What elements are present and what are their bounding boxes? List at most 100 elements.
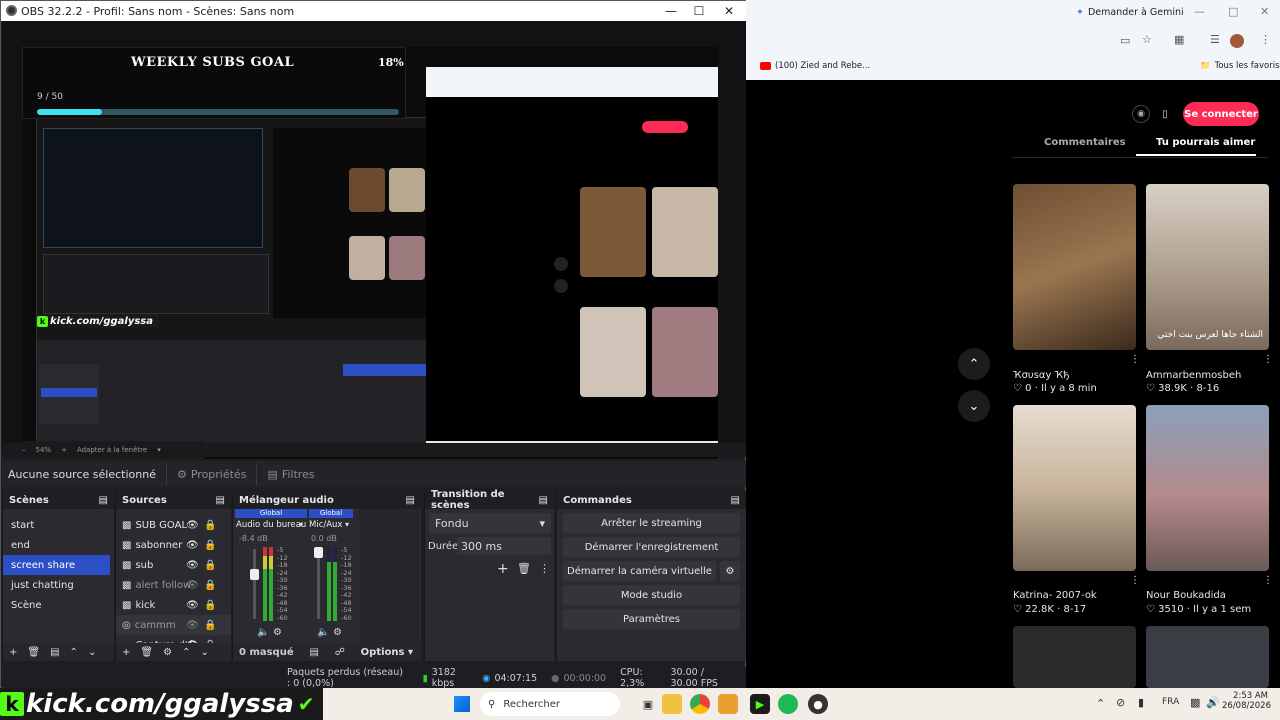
file-explorer-icon[interactable]	[662, 694, 682, 714]
settings-icon[interactable]: ⚙	[273, 627, 282, 638]
zoom-fit[interactable]: Adapter à la fenêtre	[77, 446, 147, 454]
minimize-icon[interactable]: —	[1194, 5, 1205, 18]
trash-icon[interactable]: 🗑	[140, 647, 153, 658]
menu-icon[interactable]: ⋮	[1260, 33, 1271, 46]
kick-app-icon[interactable]: ▶	[750, 694, 770, 714]
chrome-icon[interactable]	[690, 694, 710, 714]
lock-icon[interactable]: 🔒	[204, 540, 216, 551]
gear-icon[interactable]: ⚙	[163, 647, 172, 658]
video-thumbnail[interactable]	[1146, 405, 1269, 571]
maximize-icon[interactable]: ☐	[685, 1, 713, 21]
layout-icon[interactable]: ▤	[309, 647, 318, 658]
add-icon[interactable]: +	[122, 647, 130, 658]
eye-icon[interactable]: 👁	[186, 540, 199, 551]
up-icon[interactable]: ⌃	[70, 647, 78, 658]
creator-name[interactable]: Nour Boukadida	[1146, 590, 1226, 601]
tray-chevron-icon[interactable]: ⌃	[1096, 697, 1105, 710]
link-icon[interactable]: ☍	[335, 647, 345, 658]
stop-streaming-button[interactable]: Arrêter le streaming	[563, 513, 740, 533]
lock-icon[interactable]: 🔒	[204, 520, 216, 531]
clock[interactable]: 2:53 AM 26/08/2026	[1222, 691, 1271, 711]
start-recording-button[interactable]: Démarrer l'enregistrement	[563, 537, 740, 557]
task-view-icon[interactable]: ▣	[638, 694, 658, 714]
lock-icon[interactable]: 🔒	[204, 560, 216, 571]
extensions-icon[interactable]: ▦	[1174, 33, 1184, 46]
video-thumbnail[interactable]	[1013, 626, 1136, 688]
more-icon[interactable]: ⋮	[539, 562, 550, 575]
spotify-icon[interactable]	[778, 694, 798, 714]
all-favorites[interactable]: 📁 Tous les favoris	[1200, 61, 1280, 71]
properties-button[interactable]: ⚙ Propriétés	[165, 463, 256, 485]
obs-taskbar-icon[interactable]: ●	[808, 694, 828, 714]
filters-button[interactable]: ▤ Filtres	[256, 463, 324, 485]
close-icon[interactable]: ✕	[715, 1, 743, 21]
network-icon[interactable]: ▩	[1190, 696, 1200, 709]
down-icon[interactable]: ⌄	[200, 647, 208, 658]
volume-icon[interactable]: 🔊	[1206, 696, 1220, 709]
eye-icon[interactable]: 👁	[186, 520, 199, 531]
duration-input[interactable]: 300 ms	[457, 537, 551, 555]
transition-select[interactable]: Fondu ▾	[429, 513, 551, 533]
down-icon[interactable]: ⌄	[88, 647, 96, 658]
more-icon[interactable]: ⋮	[1130, 575, 1140, 586]
add-icon[interactable]: +	[9, 647, 17, 658]
speaker-icon[interactable]: 🔈	[317, 627, 329, 638]
scene-item[interactable]: Scène	[3, 595, 114, 615]
scene-item[interactable]: just chatting	[3, 575, 114, 595]
source-item[interactable]: ▩ sabonner 👁 🔒	[116, 535, 231, 555]
video-thumbnail[interactable]: الشتاء جاها لعرس بنت اختي	[1146, 184, 1269, 350]
trash-icon[interactable]: 🗑	[517, 562, 531, 575]
scene-item-selected[interactable]: screen share	[3, 555, 110, 575]
avatar[interactable]	[1230, 34, 1244, 48]
lock-icon[interactable]: 🔒	[204, 580, 216, 591]
taskbar-search[interactable]: ⚲ Rechercher	[480, 692, 620, 716]
more-icon[interactable]: ⋮	[1263, 354, 1273, 365]
video-thumbnail[interactable]	[1013, 184, 1136, 350]
lock-icon[interactable]: 🔒	[204, 620, 216, 631]
media-icon[interactable]: ☰	[1210, 33, 1220, 46]
hidden-eye-icon[interactable]: 👁	[186, 580, 199, 591]
lock-icon[interactable]: 🔒	[204, 600, 216, 611]
trash-icon[interactable]: 🗑	[27, 647, 40, 658]
stream-preview[interactable]: k kick.com/ggalyssa WEEKLY SUBS GOAL 18%…	[22, 47, 718, 459]
video-thumbnail[interactable]	[1146, 626, 1269, 688]
volume-slider-handle[interactable]	[314, 547, 323, 558]
tab-you-may-like[interactable]: Tu pourrais aimer	[1156, 137, 1255, 148]
video-thumbnail[interactable]	[1013, 405, 1136, 571]
source-item[interactable]: ◎ cammm 👁 🔒	[116, 615, 231, 635]
settings-icon[interactable]: ⚙	[333, 627, 342, 638]
close-icon[interactable]: ✕	[1260, 5, 1269, 18]
volume-slider-handle[interactable]	[250, 569, 259, 580]
install-icon[interactable]: ▭	[1120, 34, 1130, 47]
microphone-icon[interactable]: ▮	[1138, 696, 1144, 709]
dock-menu-icon[interactable]: ▤	[731, 495, 740, 506]
start-icon[interactable]	[454, 696, 470, 712]
source-item[interactable]: ▩ kick 👁 🔒	[116, 595, 231, 615]
options-button[interactable]: Options ▾	[361, 647, 413, 658]
restore-icon[interactable]: □	[1228, 5, 1238, 18]
minimize-icon[interactable]: —	[657, 1, 685, 21]
dock-menu-icon[interactable]: ▤	[539, 495, 548, 506]
settings-button[interactable]: Paramètres	[563, 609, 740, 629]
tray-icon[interactable]: ⊘	[1116, 696, 1125, 709]
tab-comments[interactable]: Commentaires	[1044, 137, 1126, 148]
dock-menu-icon[interactable]: ▤	[216, 495, 225, 506]
more-icon[interactable]: ⋮	[1263, 575, 1273, 586]
up-icon[interactable]: ⌃	[182, 647, 190, 658]
language-indicator[interactable]: FRA	[1162, 697, 1179, 707]
bookmark-item[interactable]: (100) Zied and Rebe...	[760, 61, 870, 71]
star-icon[interactable]: ☆	[1142, 33, 1152, 46]
scroll-down-icon[interactable]: ⌄	[958, 390, 990, 422]
dock-menu-icon[interactable]: ▤	[99, 495, 108, 506]
scene-item[interactable]: end	[3, 535, 114, 555]
chevron-down-icon[interactable]: ▾	[299, 520, 303, 529]
connect-button[interactable]: Se connecter	[1183, 102, 1259, 126]
eye-icon[interactable]: 👁	[186, 560, 199, 571]
more-icon[interactable]: ⋮	[1130, 354, 1140, 365]
source-item[interactable]: ▩ sub 👁 🔒	[116, 555, 231, 575]
compass-icon[interactable]: ◉	[1132, 105, 1150, 123]
speaker-icon[interactable]: 🔈	[257, 627, 269, 638]
source-item[interactable]: ▩ alert follow 👁 🔒	[116, 575, 231, 595]
creator-name[interactable]: Katrina- 2007-ok	[1013, 590, 1097, 601]
volume-slider[interactable]	[317, 549, 320, 619]
